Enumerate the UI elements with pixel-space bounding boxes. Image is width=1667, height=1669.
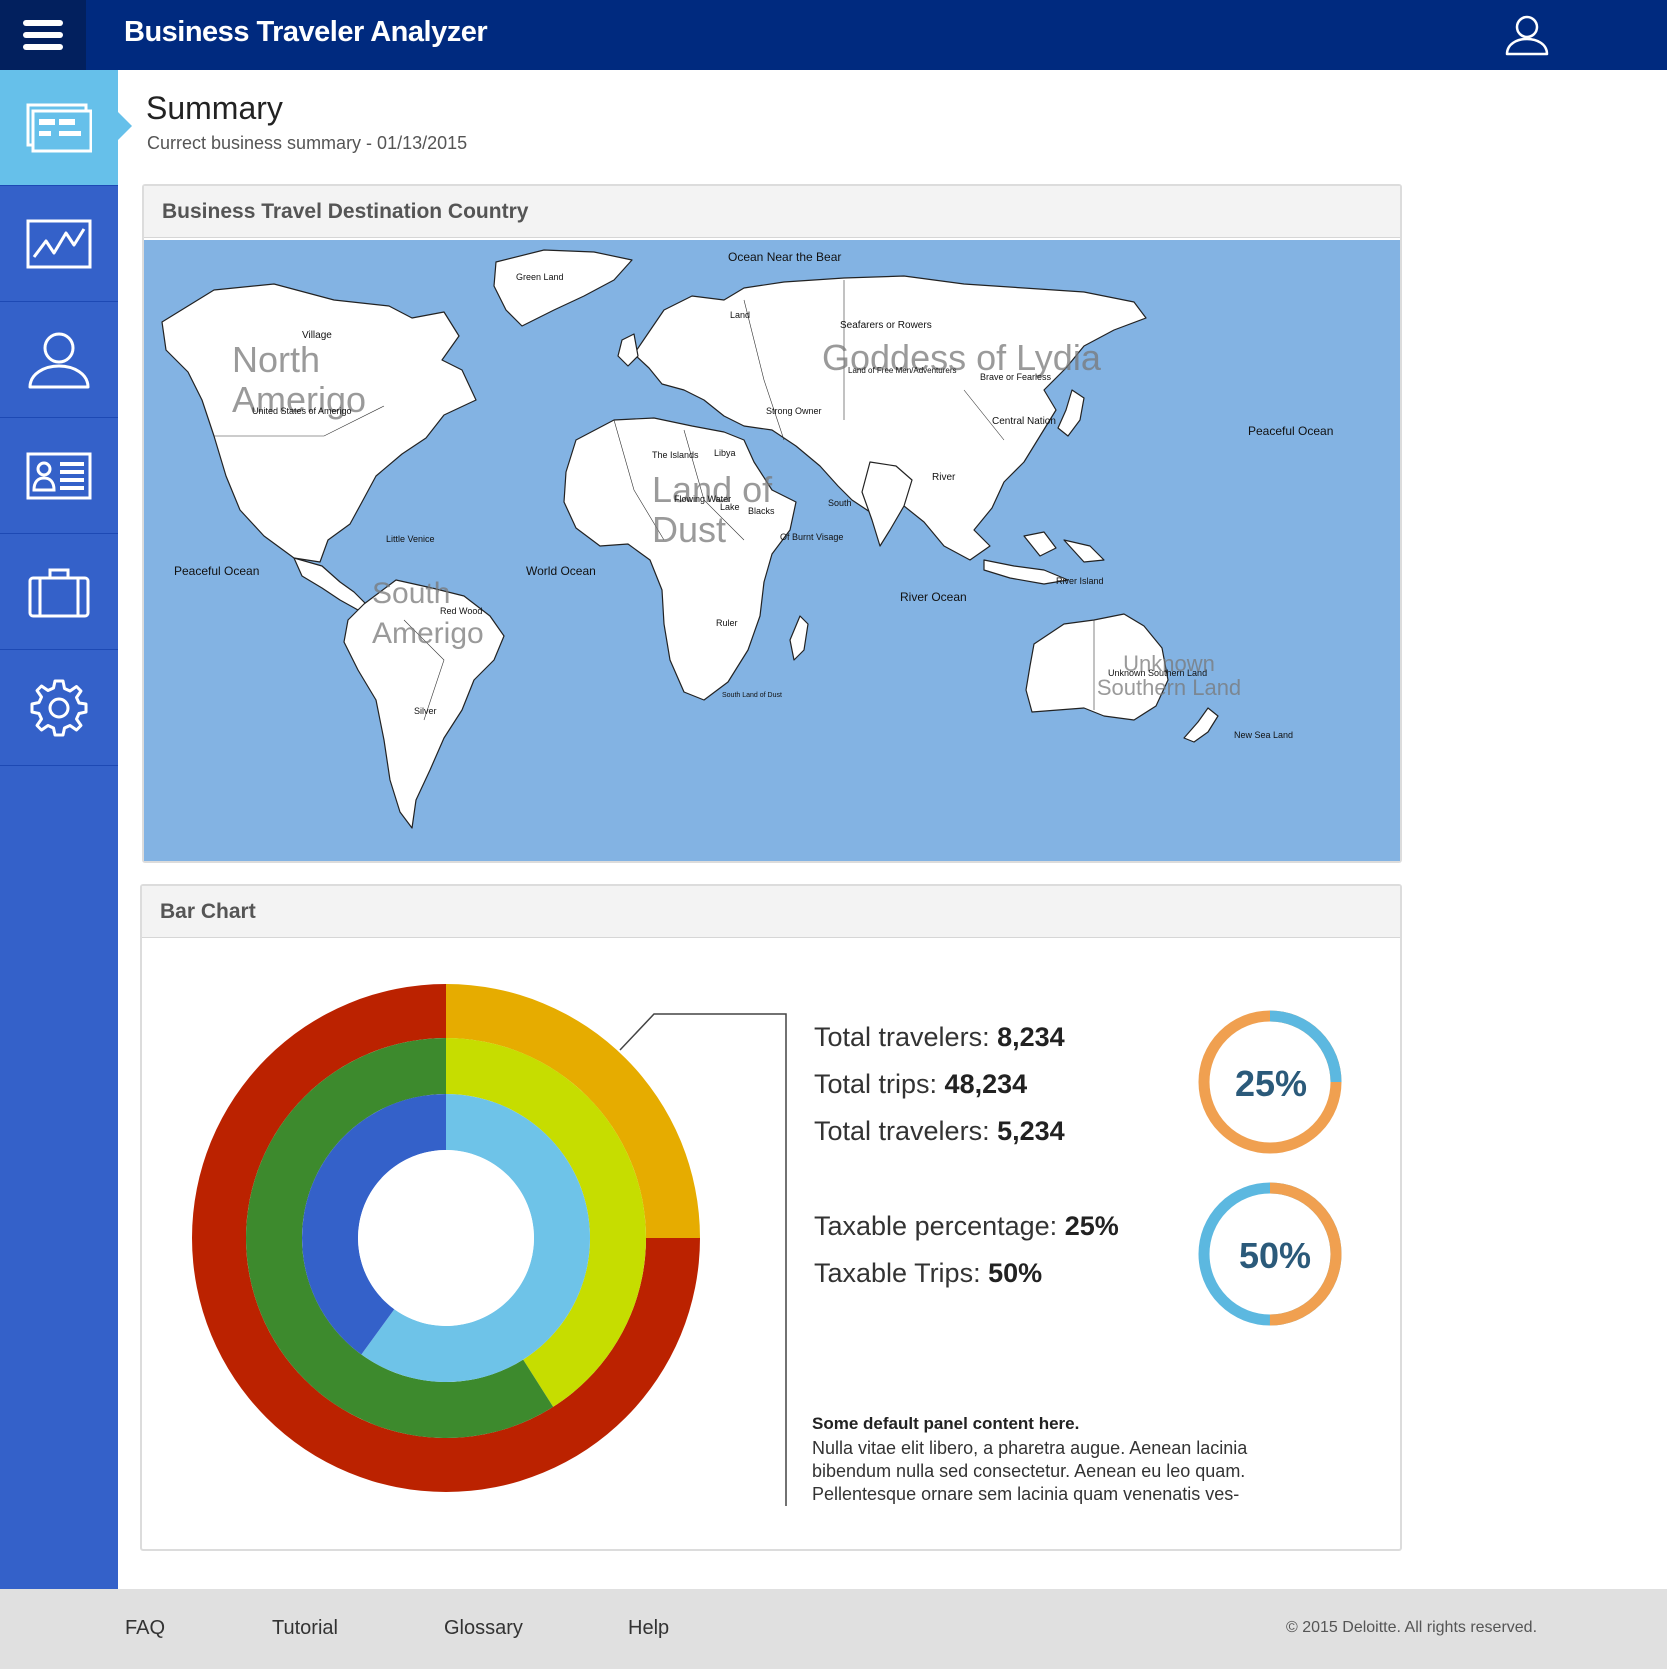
map-label-libya: Libya xyxy=(714,448,736,458)
map-label-river-ocean: River Ocean xyxy=(900,590,967,604)
map-label-peaceful-ocean-west: Peaceful Ocean xyxy=(174,564,260,578)
japan-shape xyxy=(1057,389,1085,437)
donut-center xyxy=(358,1150,534,1326)
line-chart-icon xyxy=(26,219,92,268)
stat-total-trips: Total trips: 48,234 xyxy=(814,1069,1027,1100)
africa-shape xyxy=(563,417,797,701)
sidebar-item-trips[interactable] xyxy=(0,534,118,650)
stat-taxable-percentage-value: 25% xyxy=(1064,1211,1119,1241)
map-label-south-amerigo: South Amerigo xyxy=(372,577,484,650)
map-label-lake: Lake xyxy=(720,502,740,512)
map-label-new-sea-land: New Sea Land xyxy=(1234,730,1294,740)
map-label-the-islands: The Islands xyxy=(652,450,699,460)
map-label-peaceful-ocean-east: Peaceful Ocean xyxy=(1248,424,1334,438)
world-map-graphic xyxy=(161,249,1219,829)
sidebar-item-profiles[interactable] xyxy=(0,418,118,534)
callout-line xyxy=(619,1013,787,1506)
panel-note-text: Nulla vitae elit libero, a pharetra augu… xyxy=(812,1438,1248,1504)
sidebar-item-analytics[interactable] xyxy=(0,186,118,302)
india-shape xyxy=(861,461,913,547)
madagascar-shape xyxy=(789,615,809,661)
stat-total-trips-label: Total trips: xyxy=(814,1069,945,1099)
id-card-icon xyxy=(26,452,92,499)
app-title: Business Traveler Analyzer xyxy=(124,16,488,48)
map-label-south: South xyxy=(828,498,852,508)
progress-ring-2-text: 50% xyxy=(1238,1235,1312,1276)
sidebar-item-travelers[interactable] xyxy=(0,302,118,418)
stat-total-travelers-2-label: Total travelers: xyxy=(814,1116,998,1146)
map-panel-title: Business Travel Destination Country xyxy=(144,186,1400,238)
map-label-unknown-small: Unknown Southern Land xyxy=(1108,668,1208,678)
map-label-ruler: Ruler xyxy=(716,618,738,628)
map-label-silver: Silver xyxy=(414,706,437,716)
footer-link-help[interactable]: Help xyxy=(628,1617,669,1640)
map-label-river-island: River Island xyxy=(1056,576,1104,586)
new-zealand-shape xyxy=(1183,707,1219,743)
stat-total-travelers: Total travelers: 8,234 xyxy=(814,1022,1065,1053)
dashboard-icon xyxy=(26,103,92,152)
map-label-south-land-dust: South Land of Dust xyxy=(722,692,782,699)
map-label-blacks: Blacks xyxy=(748,506,775,516)
hamburger-icon xyxy=(23,20,63,50)
map-label-green-land: Green Land xyxy=(516,272,564,282)
stat-total-travelers-value: 8,234 xyxy=(997,1022,1065,1052)
map-label-river: River xyxy=(932,472,956,483)
footer-link-glossary[interactable]: Glossary xyxy=(444,1617,523,1640)
central-america-shape xyxy=(293,557,367,611)
app-header: Business Traveler Analyzer xyxy=(0,0,1667,70)
copyright-text: © 2015 Deloitte. All rights reserved. xyxy=(1286,1619,1538,1636)
world-map[interactable]: Green Land Ocean Near the Bear Seafarers… xyxy=(144,240,1400,861)
map-label-ocean-near-bear: Ocean Near the Bear xyxy=(728,250,842,264)
stat-taxable-trips-value: 50% xyxy=(988,1258,1043,1288)
chart-panel-title: Bar Chart xyxy=(142,886,1400,938)
page-title: Summary xyxy=(146,90,283,126)
stat-taxable-percentage-label: Taxable percentage: xyxy=(814,1211,1065,1241)
sidebar-item-summary[interactable] xyxy=(0,70,132,186)
map-label-little-venice: Little Venice xyxy=(386,534,435,544)
map-label-world-ocean: World Ocean xyxy=(526,564,596,578)
stat-total-travelers-2-value: 5,234 xyxy=(997,1116,1065,1146)
map-panel: Business Travel Destination Country Gree… xyxy=(142,184,1402,863)
sidebar-item-settings[interactable] xyxy=(0,650,118,766)
north-america-shape xyxy=(161,283,477,563)
map-label-land: Land xyxy=(730,310,751,320)
footer: FAQ Tutorial Glossary Help © 2015 Deloit… xyxy=(0,1589,1667,1669)
briefcase-icon xyxy=(28,568,90,617)
progress-ring-1-text: 25% xyxy=(1234,1063,1308,1104)
page-subtitle: Currect business summary - 01/13/2015 xyxy=(147,133,468,153)
menu-button[interactable] xyxy=(0,0,86,70)
greenland-shape xyxy=(493,249,633,327)
map-label-strong-owner: Strong Owner xyxy=(766,406,822,416)
user-profile-button[interactable] xyxy=(1504,14,1550,56)
panel-note-title: Some default panel content here. xyxy=(812,1414,1080,1433)
stat-taxable-trips-label: Taxable Trips: xyxy=(814,1258,989,1288)
sidebar xyxy=(0,70,132,1589)
map-label-seafarers: Seafarers or Rowers xyxy=(840,320,932,331)
map-label-central-nation: Central Nation xyxy=(992,416,1056,427)
gear-icon xyxy=(30,679,88,736)
footer-link-tutorial[interactable]: Tutorial xyxy=(272,1617,338,1640)
map-label-united-states: United States of Amerigo xyxy=(252,406,352,416)
stat-total-trips-value: 48,234 xyxy=(944,1069,1028,1099)
map-label-land-free-men: Land of Free Men/Adventurers xyxy=(848,366,957,375)
map-label-of-burnt-visage: Of Burnt Visage xyxy=(780,532,844,542)
stat-taxable-trips: Taxable Trips: 50% xyxy=(814,1258,1042,1289)
user-icon xyxy=(1505,15,1549,56)
map-label-red-wood: Red Wood xyxy=(440,606,483,616)
stat-taxable-percentage: Taxable percentage: 25% xyxy=(814,1211,1119,1242)
stat-total-travelers-label: Total travelers: xyxy=(814,1022,998,1052)
footer-link-faq[interactable]: FAQ xyxy=(125,1617,165,1640)
stat-total-travelers-2: Total travelers: 5,234 xyxy=(814,1116,1065,1147)
map-label-brave-fearless: Brave or Fearless xyxy=(980,372,1052,382)
user-icon xyxy=(28,332,90,388)
